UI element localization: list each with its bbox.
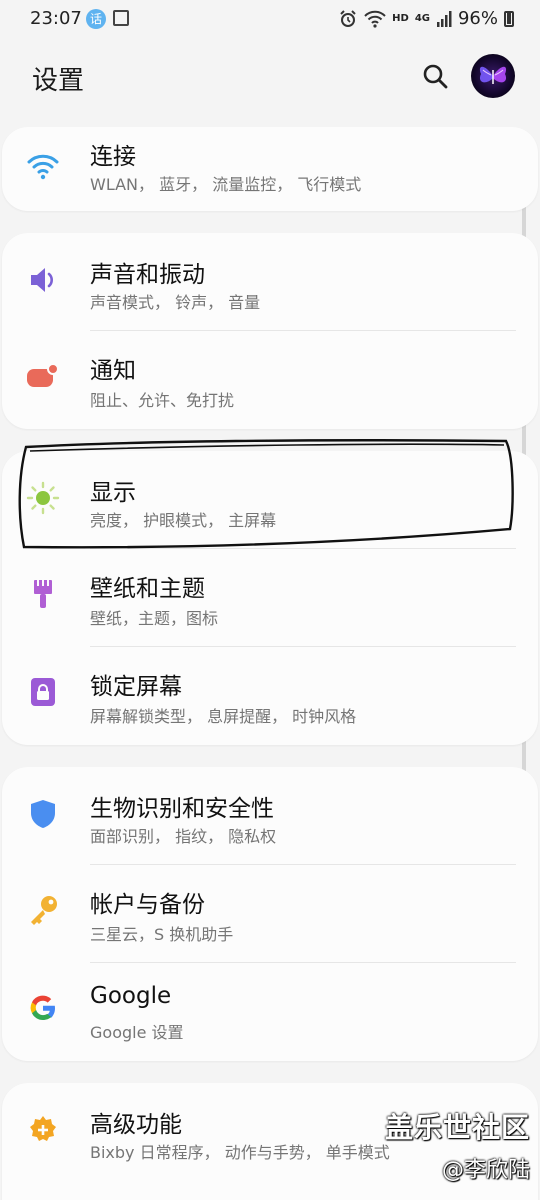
setting-subtitle: 阻止、允许、免打扰 <box>90 391 235 410</box>
butterfly-avatar-icon <box>479 66 507 84</box>
setting-subtitle: 壁纸，主题，图标 <box>90 609 219 628</box>
settings-card-sound: 声音和振动 声音模式， 铃声， 音量 通知 阻止、允许、免打扰 <box>2 233 538 429</box>
setting-row-google[interactable]: Google Google 设置 <box>2 963 538 1061</box>
lock-icon <box>31 678 55 706</box>
avatar[interactable] <box>471 54 515 98</box>
setting-subtitle: Bixby 日常程序， 动作与手势， 单手模式 <box>90 1143 390 1162</box>
wifi-status-icon <box>364 10 386 28</box>
hd-label: HD <box>392 13 409 24</box>
page-title: 设置 <box>32 66 85 96</box>
setting-label: Google <box>90 983 172 1009</box>
status-time: 23:07 <box>30 8 82 29</box>
setting-row-notifications[interactable]: 通知 阻止、允许、免打扰 <box>2 331 538 429</box>
setting-label: 通知 <box>90 358 136 384</box>
settings-card-connections: 连接 WLAN， 蓝牙， 流量监控， 飞行模式 <box>2 127 538 211</box>
google-icon <box>30 995 55 1021</box>
setting-subtitle: WLAN， 蓝牙， 流量监控， 飞行模式 <box>90 175 362 194</box>
shield-icon <box>31 800 55 828</box>
status-right: HD 4G 96% <box>338 8 514 29</box>
key-icon <box>31 896 57 925</box>
paintbrush-icon <box>34 580 52 608</box>
speaker-icon <box>31 268 53 292</box>
setting-label: 生物识别和安全性 <box>90 796 274 822</box>
setting-subtitle: Google 设置 <box>90 1023 184 1042</box>
signal-icon <box>436 10 452 27</box>
setting-row-sound[interactable]: 声音和振动 声音模式， 铃声， 音量 <box>2 233 538 331</box>
setting-subtitle: 三星云，S 换机助手 <box>90 925 234 944</box>
setting-label: 连接 <box>90 144 136 170</box>
setting-row-wallpaper[interactable]: 壁纸和主题 壁纸，主题，图标 <box>2 549 538 647</box>
settings-card-security: 生物识别和安全性 面部识别， 指纹， 隐私权 帐户与备份 三星云，S 换机助手 … <box>2 767 538 1061</box>
setting-label: 高级功能 <box>90 1112 182 1138</box>
setting-row-lockscreen[interactable]: 锁定屏幕 屏幕解锁类型， 息屏提醒， 时钟风格 <box>2 647 538 745</box>
battery-percent: 96% <box>457 8 498 29</box>
hand-drawn-highlight <box>18 439 514 549</box>
setting-label: 壁纸和主题 <box>90 576 205 602</box>
watermark: 盖乐世社区 @李欣陆 <box>385 1106 530 1184</box>
setting-label: 帐户与备份 <box>90 892 205 918</box>
search-icon[interactable] <box>420 61 450 91</box>
battery-icon <box>504 10 514 27</box>
chat-app-icon: 话 <box>86 9 106 29</box>
image-notification-icon <box>113 10 129 26</box>
alarm-icon <box>340 9 356 27</box>
status-bar: 23:07 话 HD 4G 96% <box>0 0 540 38</box>
setting-label: 声音和振动 <box>90 262 205 288</box>
setting-subtitle: 面部识别， 指纹， 隐私权 <box>90 827 277 846</box>
app-header: 设置 <box>0 52 540 102</box>
setting-row-connections[interactable]: 连接 WLAN， 蓝牙， 流量监控， 飞行模式 <box>2 127 538 211</box>
gear-plus-icon <box>30 1116 56 1141</box>
setting-subtitle: 屏幕解锁类型， 息屏提醒， 时钟风格 <box>90 707 357 726</box>
watermark-author: @李欣陆 <box>441 1158 530 1183</box>
watermark-brand: 盖乐世社区 <box>384 1111 530 1144</box>
setting-row-biometrics[interactable]: 生物识别和安全性 面部识别， 指纹， 隐私权 <box>2 767 538 865</box>
wifi-icon <box>27 154 59 180</box>
notification-icon <box>27 363 59 387</box>
setting-row-accounts[interactable]: 帐户与备份 三星云，S 换机助手 <box>2 865 538 963</box>
4g-label: 4G <box>414 13 430 24</box>
setting-label: 锁定屏幕 <box>90 674 182 700</box>
setting-subtitle: 声音模式， 铃声， 音量 <box>90 293 261 312</box>
